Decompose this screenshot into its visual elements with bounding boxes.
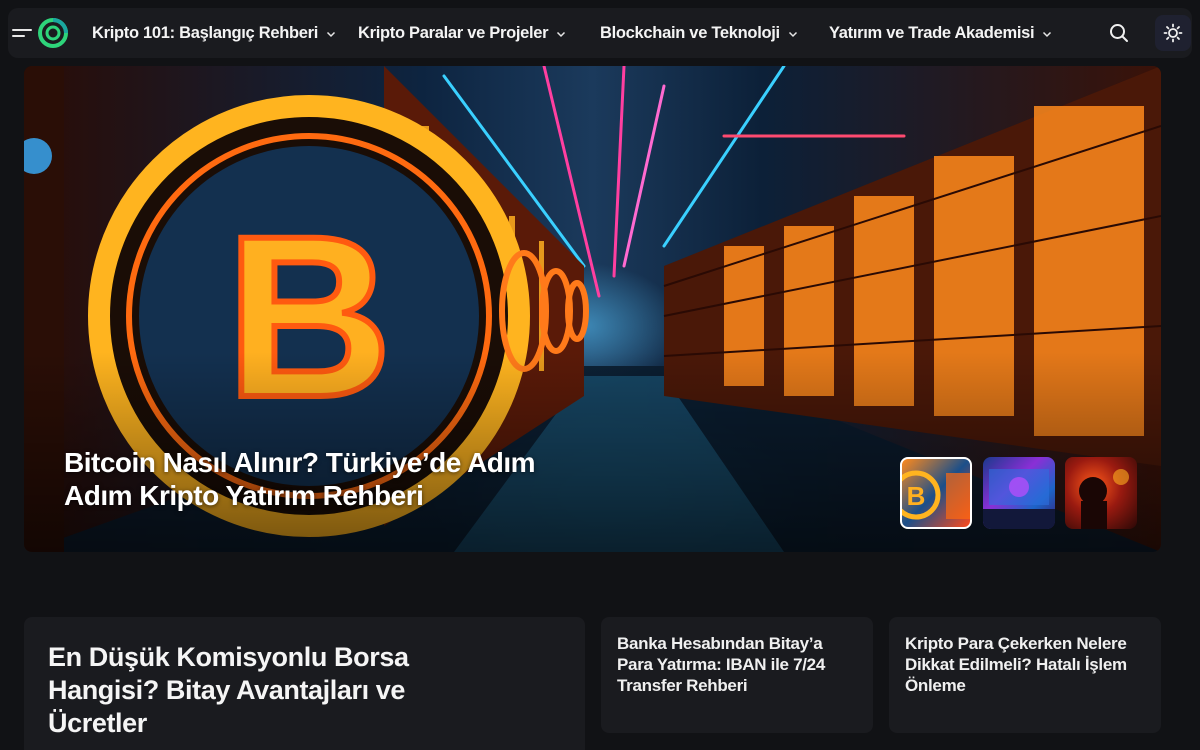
hero-thumbnail-2[interactable] [983, 457, 1055, 529]
top-navigation: Kripto 101: Başlangıç Rehberi Kripto Par… [8, 8, 1192, 58]
featured-article-card[interactable]: En Düşük Komisyonlu Borsa Hangisi? Bitay… [24, 617, 585, 750]
search-icon [1110, 24, 1128, 42]
nav-item-label: Kripto 101: Başlangıç Rehberi [92, 23, 319, 42]
nav-item-kripto-101[interactable]: Kripto 101: Başlangıç Rehberi [92, 8, 336, 58]
logo-icon[interactable] [38, 18, 68, 48]
chevron-down-icon [557, 31, 566, 37]
thumbnail-image: B [902, 470, 970, 520]
svg-text:B: B [907, 481, 926, 511]
hero-thumbnail-1[interactable]: B [900, 457, 972, 529]
search-button[interactable] [1106, 20, 1132, 46]
nav-item-kripto-paralar[interactable]: Kripto Paralar ve Projeler [358, 8, 566, 58]
chevron-down-icon [327, 31, 336, 37]
article-card[interactable]: Banka Hesabından Bitay’a Para Yatırma: I… [601, 617, 873, 733]
article-title[interactable]: Banka Hesabından Bitay’a Para Yatırma: I… [617, 633, 853, 696]
hero-thumbnail-3[interactable] [1065, 457, 1137, 529]
theme-toggle-button[interactable] [1155, 15, 1191, 51]
nav-item-label: Yatırım ve Trade Akademisi [829, 23, 1035, 42]
nav-item-label: Blockchain ve Teknoloji [600, 23, 780, 42]
nav-item-yatirim-trade[interactable]: Yatırım ve Trade Akademisi [829, 8, 1052, 58]
thumbnail-image [1079, 469, 1129, 529]
hero-title[interactable]: Bitcoin Nasıl Alınır? Türkiye’de Adım Ad… [64, 446, 564, 512]
article-title[interactable]: Kripto Para Çekerken Nelere Dikkat Edilm… [905, 633, 1141, 696]
article-card[interactable]: Kripto Para Çekerken Nelere Dikkat Edilm… [889, 617, 1161, 733]
nav-item-blockchain[interactable]: Blockchain ve Teknoloji [600, 8, 798, 58]
chevron-down-icon [1043, 31, 1052, 37]
hero-slider[interactable]: B Bitcoin Nasıl Alınır? Türkiye’de Adım … [24, 66, 1161, 552]
chevron-down-icon [788, 31, 797, 37]
article-title[interactable]: En Düşük Komisyonlu Borsa Hangisi? Bitay… [48, 641, 468, 740]
thumbnail-image [983, 469, 1055, 529]
menu-icon[interactable] [12, 24, 34, 42]
sun-icon [1163, 23, 1183, 43]
nav-item-label: Kripto Paralar ve Projeler [358, 23, 549, 42]
